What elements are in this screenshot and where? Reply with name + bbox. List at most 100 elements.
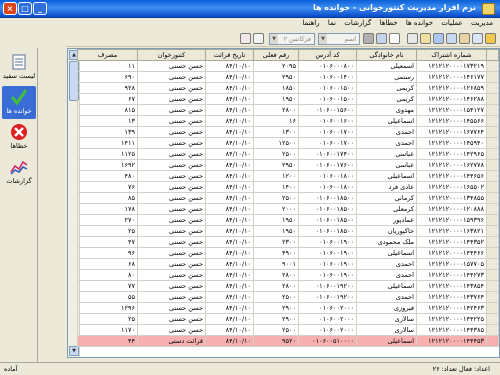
cell-subscription[interactable]: ۱۲۱۲۱۲۰۰۰۰۱۶۷۷۶۴ (416, 126, 487, 138)
cell-consumption[interactable]: ۶۷ (77, 93, 138, 105)
column-header-consumption[interactable]: مصرف (77, 49, 138, 61)
cell-reader[interactable]: حسن حسنی (137, 192, 206, 204)
cell-lastname[interactable]: احمدی (356, 258, 417, 270)
cell-consumption[interactable]: ۱۶۹۲ (77, 159, 138, 171)
row-indicator[interactable] (486, 335, 499, 347)
cell-current-digit[interactable]: ۴۹۰۰ (253, 247, 299, 259)
cell-consumption[interactable]: ۱۱۷۰ (77, 324, 138, 336)
cell-subscription[interactable]: ۱۲۱۲۱۲۰۰۰۰۱۴۴۴۵۳ (416, 335, 487, 347)
cell-subscription[interactable]: ۱۲۱۲۱۲۰۰۰۰۱۵۹۳۹۶ (416, 214, 487, 226)
cell-lastname[interactable]: اسمعیلی (356, 60, 417, 72)
cell-lastname[interactable]: مهدوی (356, 104, 417, 116)
cell-current-digit[interactable]: ۲۸۰۰ (253, 280, 299, 292)
cell-reader[interactable]: حسن حسنی (137, 269, 206, 281)
cell-read-date[interactable]: ۸۴/۱۰/۱۰ (205, 71, 254, 83)
cell-read-date[interactable]: ۸۴/۱۰/۱۰ (205, 324, 254, 336)
cell-subscription[interactable]: ۱۲۱۲۱۲۰۰۰۰۱۳۴۸۵۵ (416, 192, 487, 204)
cell-read-date[interactable]: ۸۴/۱۰/۱۰ (205, 214, 254, 226)
column-header-current-digit[interactable]: رقم فعلی (253, 49, 299, 61)
table-row[interactable]: ۱۲۱۲۱۲۰۰۰۰۱۴۴۲۲۵ سالاری ۰۱۰۶۰۰۲۰۰۰ ۲۹۰۰ ۸۴/۱… (77, 313, 499, 325)
row-indicator[interactable] (486, 313, 499, 325)
table-row[interactable]: ۱۲۱۲۱۲۰۰۰۰۱۴۶۲۸۸ کریمی ۰۱۰۶۰۰۱۵۰۰ ۱۹۵۰ ۸۴/۱۰… (77, 93, 499, 105)
cell-read-date[interactable]: ۸۴/۱۰/۱۰ (205, 126, 254, 138)
column-header-lastname[interactable]: نام خانوادگی (356, 49, 417, 61)
cell-read-date[interactable]: ۸۴/۱۰/۱۰ (205, 115, 254, 127)
cell-reader[interactable]: حسن حسنی (137, 236, 206, 248)
row-indicator[interactable] (486, 82, 499, 94)
table-row[interactable]: ۱۲۱۲۱۲۰۰۰۰۱۴۵۹۴۰ احمدی ۰۱۰۶۰۰۱۷۰۰ ۱۲۵۰۰ ۸۴/۱… (77, 137, 499, 149)
scroll-down-icon[interactable]: ▼ (69, 346, 79, 356)
cell-read-date[interactable]: ۸۴/۱۰/۱۰ (205, 93, 254, 105)
cell-read-date[interactable]: ۸۴/۱۰/۱۰ (205, 148, 254, 160)
column-header-subscription[interactable]: شماره اشتراک (416, 49, 487, 61)
cell-address-code[interactable]: ۰۱۰۶۰۰۱۷۴۰۰ (298, 148, 357, 160)
cell-address-code[interactable]: ۰۱۰۶۰۰۱۵۰۰ (298, 82, 357, 94)
table-row[interactable]: ۱۲۱۲۱۲۰۰۰۰۱۵۷۷۰۵ احمدی ۰۱۰۶۰۰۱۹۰۰ ۹۰۰۱ ۸۴/۱۰… (77, 258, 499, 270)
cell-reader[interactable]: حسن حسنی (137, 170, 206, 182)
cell-current-digit[interactable]: ۲۸۰۰ (253, 269, 299, 281)
cell-consumption[interactable]: ۹۲۸ (77, 82, 138, 94)
row-indicator[interactable] (486, 192, 499, 204)
cell-subscription[interactable]: ۱۲۱۲۱۲۰۰۰۰۱۴۴۳۸۵ (416, 324, 487, 336)
row-indicator[interactable] (486, 60, 499, 72)
sidebar-item-errors[interactable]: خطاها (2, 121, 36, 154)
row-indicator[interactable] (486, 302, 499, 314)
cell-current-digit[interactable]: ۲۸۰۰ (253, 104, 299, 116)
cell-lastname[interactable]: عباسی (356, 148, 417, 160)
table-row[interactable]: ۱۲۱۲۱۲۰۰۰۰۱۴۶۱۷۷ رستمی ۰۱۰۶۰۰۱۴۰۰ ۲۹۵۰ ۸۴/۱۰… (77, 71, 499, 83)
cell-read-date[interactable]: ۸۴/۱۰/۱۰ (205, 170, 254, 182)
table-row[interactable]: ۱۲۱۲۱۲۰۰۰۰۱۴۲۹۶۵ عباسی ۰۱۰۶۰۰۱۷۴۰۰ ۲۵۰۰ ۸۴/۱… (77, 148, 499, 160)
cell-lastname[interactable]: اسماعیلی (356, 115, 417, 127)
table-row[interactable]: ۱۲۱۲۱۲۰۰۰۰۱۳۴۸۵۵ کرمانی ۰۱۰۶۰۰۱۸۵۰۰ ۲۵۰۰ ۸۴/… (77, 192, 499, 204)
field-select[interactable]: ▼ اسم (318, 33, 360, 45)
table-row[interactable]: ۱۲۱۲۱۲۰۰۰۰۱۴۴۲۷۳ احمدی ۰۱۰۶۰۰۱۹۰۰ ۲۸۰۰ ۸۴/۱۰… (77, 269, 499, 281)
cell-reader[interactable]: حسن حسنی (137, 181, 206, 193)
cell-consumption[interactable]: ۹۶ (77, 247, 138, 259)
cell-subscription[interactable]: ۱۲۱۲۱۲۰۰۰۰۱۵۷۷۰۵ (416, 258, 487, 270)
cell-current-digit[interactable]: ۱۲۵۰۰ (253, 137, 299, 149)
document-icon[interactable] (389, 33, 400, 44)
cell-reader[interactable]: حسن حسنی (137, 82, 206, 94)
cell-address-code[interactable]: ۰۱۰۶۰۰۱۹۰۰ (298, 258, 357, 270)
cell-current-digit[interactable]: ۲۹۰۰ (253, 313, 299, 325)
settings-icon[interactable] (253, 33, 264, 44)
frequency-select[interactable]: ▼ فرکانس ۲ (269, 33, 315, 45)
cell-consumption[interactable]: ۸۵ (77, 192, 138, 204)
row-indicator[interactable] (486, 93, 499, 105)
row-indicator[interactable] (486, 104, 499, 116)
cell-read-date[interactable]: ۸۴/۱۰/۱۰ (205, 203, 254, 215)
cell-current-digit[interactable]: ۹۵۲۰ (253, 335, 299, 347)
row-indicator[interactable] (486, 269, 499, 281)
search-icon[interactable] (433, 33, 444, 44)
cell-read-date[interactable]: ۸۴/۱۰/۱۰ (205, 258, 254, 270)
cell-lastname[interactable]: کریمی (356, 82, 417, 94)
cell-subscription[interactable]: ۱۲۱۲۱۲۰۰۰۰۱۷۳۲۱۹ (416, 60, 487, 72)
cell-lastname[interactable]: رستمی (356, 71, 417, 83)
menu-help[interactable]: راهنما (299, 18, 322, 28)
cell-read-date[interactable]: ۸۴/۱۰/۱۰ (205, 291, 254, 303)
row-indicator[interactable] (486, 137, 499, 149)
cell-consumption[interactable]: ۷۷ (77, 280, 138, 292)
cell-reader[interactable]: حسن حسنی (137, 159, 206, 171)
cell-address-code[interactable]: ۰۱۰۶۰۰۱۹۲۰۰ (298, 280, 357, 292)
cell-current-digit[interactable]: ۱۳۰۰ (253, 126, 299, 138)
cell-subscription[interactable]: ۱۲۱۲۱۲۰۰۰۰۱۴۶۱۷۷ (416, 71, 487, 83)
row-indicator[interactable] (486, 324, 499, 336)
cell-lastname[interactable]: احمدی (356, 137, 417, 149)
cell-current-digit[interactable]: ۱۹۵۰ (253, 214, 299, 226)
row-indicator[interactable] (486, 148, 499, 160)
edit-icon[interactable] (420, 33, 431, 44)
cell-read-date[interactable]: ۸۴/۱۰/۱۰ (205, 137, 254, 149)
column-header-reader[interactable]: کنتورخوان (137, 49, 206, 61)
table-row[interactable]: ۱۲۱۲۱۲۰۰۰۰۱۴۴۶۵۶ اسماعیلی ۰۱۰۶۰۰۱۸۰۰ ۱۲۰۰ ۸۴… (77, 170, 499, 182)
cell-subscription[interactable]: ۱۲۱۲۱۲۰۰۰۰۱۴۲۹۶۵ (416, 148, 487, 160)
cell-consumption[interactable]: ۲۷۰ (77, 214, 138, 226)
cell-lastname[interactable]: اسماعیلی (356, 335, 417, 347)
cell-consumption[interactable]: ۸۱۵ (77, 104, 138, 116)
cell-address-code[interactable]: ۰۱۰۶۰۰۱۹۰۰ (298, 236, 357, 248)
cell-reader[interactable]: حسن حسنی (137, 60, 206, 72)
cell-lastname[interactable]: سالاری (356, 313, 417, 325)
column-header-read-date[interactable]: تاریخ قرائت (205, 49, 254, 61)
cell-lastname[interactable]: احمدی (356, 126, 417, 138)
sidebar-item-reports[interactable]: گزارشات (2, 156, 36, 189)
